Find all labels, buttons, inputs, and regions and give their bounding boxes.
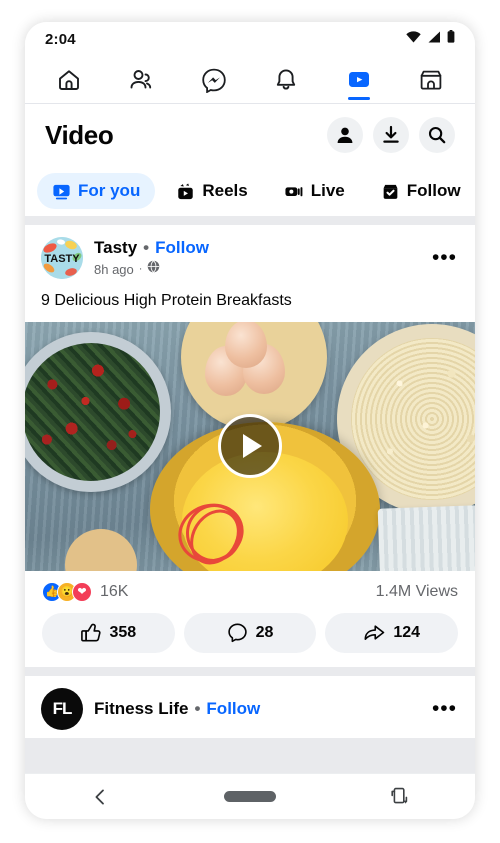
like-button[interactable]: 358 <box>42 612 175 653</box>
status-indicators <box>406 30 455 48</box>
like-count: 358 <box>109 623 137 641</box>
page-title: Video <box>45 119 114 150</box>
thumbs-up-icon <box>81 623 102 642</box>
play-button-icon[interactable] <box>218 414 282 479</box>
tab-following[interactable]: Follow <box>366 173 475 209</box>
post-actions: 358 28 124 <box>25 611 475 667</box>
tab-label: Follow <box>406 181 461 200</box>
svg-text:TASTY: TASTY <box>44 253 80 265</box>
messenger-icon <box>202 68 226 93</box>
meta-separator: · <box>138 263 143 275</box>
avatar[interactable]: TASTY <box>41 237 83 279</box>
section-separator <box>25 216 475 225</box>
profile-button[interactable] <box>327 117 363 153</box>
separator-dot: • <box>194 698 201 718</box>
post-timestamp: 8h ago <box>94 261 134 277</box>
video-play-icon <box>53 184 70 199</box>
tab-for-you[interactable]: For you <box>37 173 156 209</box>
post-header: TASTY Tasty • Follow 8h ago · ••• <box>25 225 475 287</box>
header-actions <box>327 117 455 153</box>
post-header: FL Fitness Life • Follow ••• <box>25 676 475 738</box>
following-check-icon <box>383 184 398 199</box>
follow-link[interactable]: Follow <box>155 238 209 258</box>
android-back-button[interactable] <box>70 781 130 813</box>
back-chevron-icon <box>95 789 104 804</box>
reels-icon <box>178 183 194 199</box>
share-arrow-icon <box>364 625 385 641</box>
download-icon <box>383 125 399 143</box>
separator-dot: • <box>143 238 150 257</box>
status-clock: 2:04 <box>45 30 76 48</box>
nav-marketplace[interactable] <box>409 63 453 97</box>
avatar[interactable]: FL <box>41 687 83 730</box>
status-bar: 2:04 <box>25 22 475 56</box>
nav-video[interactable] <box>337 63 381 97</box>
share-count: 124 <box>393 623 421 641</box>
battery-icon <box>447 30 455 48</box>
comment-bubble-icon <box>227 623 247 643</box>
feed-post-tasty: TASTY Tasty • Follow 8h ago · ••• 9 Deli… <box>25 225 475 667</box>
marketplace-icon <box>420 70 442 89</box>
kitchen-towel <box>377 505 475 571</box>
avatar-initials: FL <box>52 698 73 718</box>
nav-messenger[interactable] <box>192 63 236 97</box>
tab-label: Reels <box>202 181 248 200</box>
nav-friends[interactable] <box>119 63 163 97</box>
search-icon <box>428 126 446 144</box>
bell-icon <box>277 68 296 89</box>
post-options-button[interactable]: ••• <box>430 698 459 719</box>
post-caption: 9 Delicious High Protein Breakfasts <box>41 292 292 309</box>
nav-notifications[interactable] <box>264 63 308 97</box>
feed-filter-tabs: For you Reels Live Follow <box>25 166 475 216</box>
video-feed[interactable]: TASTY Tasty • Follow 8h ago · ••• 9 Deli… <box>25 225 475 773</box>
whisk <box>170 495 270 571</box>
tab-label: Live <box>310 181 345 200</box>
video-thumbnail[interactable] <box>25 321 475 571</box>
cellular-signal-icon <box>427 30 441 48</box>
reaction-badges[interactable]: 👍 😮 ❤ <box>42 581 92 602</box>
post-separator <box>25 666 475 676</box>
home-pill-icon <box>224 791 276 802</box>
reaction-count[interactable]: 16K <box>100 583 128 601</box>
friends-icon <box>130 69 152 88</box>
post-options-button[interactable]: ••• <box>430 247 459 268</box>
view-count: 1.4M Views <box>375 582 458 600</box>
downloads-button[interactable] <box>373 117 409 153</box>
love-reaction-icon: ❤ <box>72 581 92 602</box>
live-camera-icon <box>285 186 303 196</box>
comment-button[interactable]: 28 <box>183 612 317 653</box>
page-name[interactable]: Tasty <box>94 238 137 258</box>
share-button[interactable]: 124 <box>325 612 459 653</box>
app-tab-bar <box>25 56 475 104</box>
nav-home[interactable] <box>47 63 91 97</box>
search-button[interactable] <box>419 117 455 153</box>
tab-label: For you <box>78 181 141 200</box>
page-name[interactable]: Fitness Life <box>94 699 188 719</box>
wifi-icon <box>406 30 421 48</box>
feed-post-fitness-life: FL Fitness Life • Follow ••• <box>25 675 475 738</box>
post-meta: Fitness Life • Follow <box>94 699 260 719</box>
page-header: Video <box>25 104 475 166</box>
video-icon <box>348 71 369 87</box>
tab-reels[interactable]: Reels <box>161 173 262 209</box>
rotate-screen-icon <box>391 787 408 804</box>
home-icon <box>59 69 79 90</box>
globe-icon <box>147 260 160 278</box>
person-icon <box>337 127 353 143</box>
tab-live[interactable]: Live <box>269 173 360 209</box>
android-rotate-button[interactable] <box>370 781 430 813</box>
post-meta: Tasty • Follow 8h ago · <box>94 238 209 278</box>
android-home-button[interactable] <box>220 781 280 813</box>
follow-link[interactable]: Follow <box>206 699 260 719</box>
android-navigation-bar <box>25 773 475 819</box>
comment-count: 28 <box>255 623 274 641</box>
phone-frame: 2:04 Video For you Reels Live Follow TAS… <box>25 22 475 819</box>
post-stats: 👍 😮 ❤ 16K 1.4M Views <box>25 571 475 611</box>
